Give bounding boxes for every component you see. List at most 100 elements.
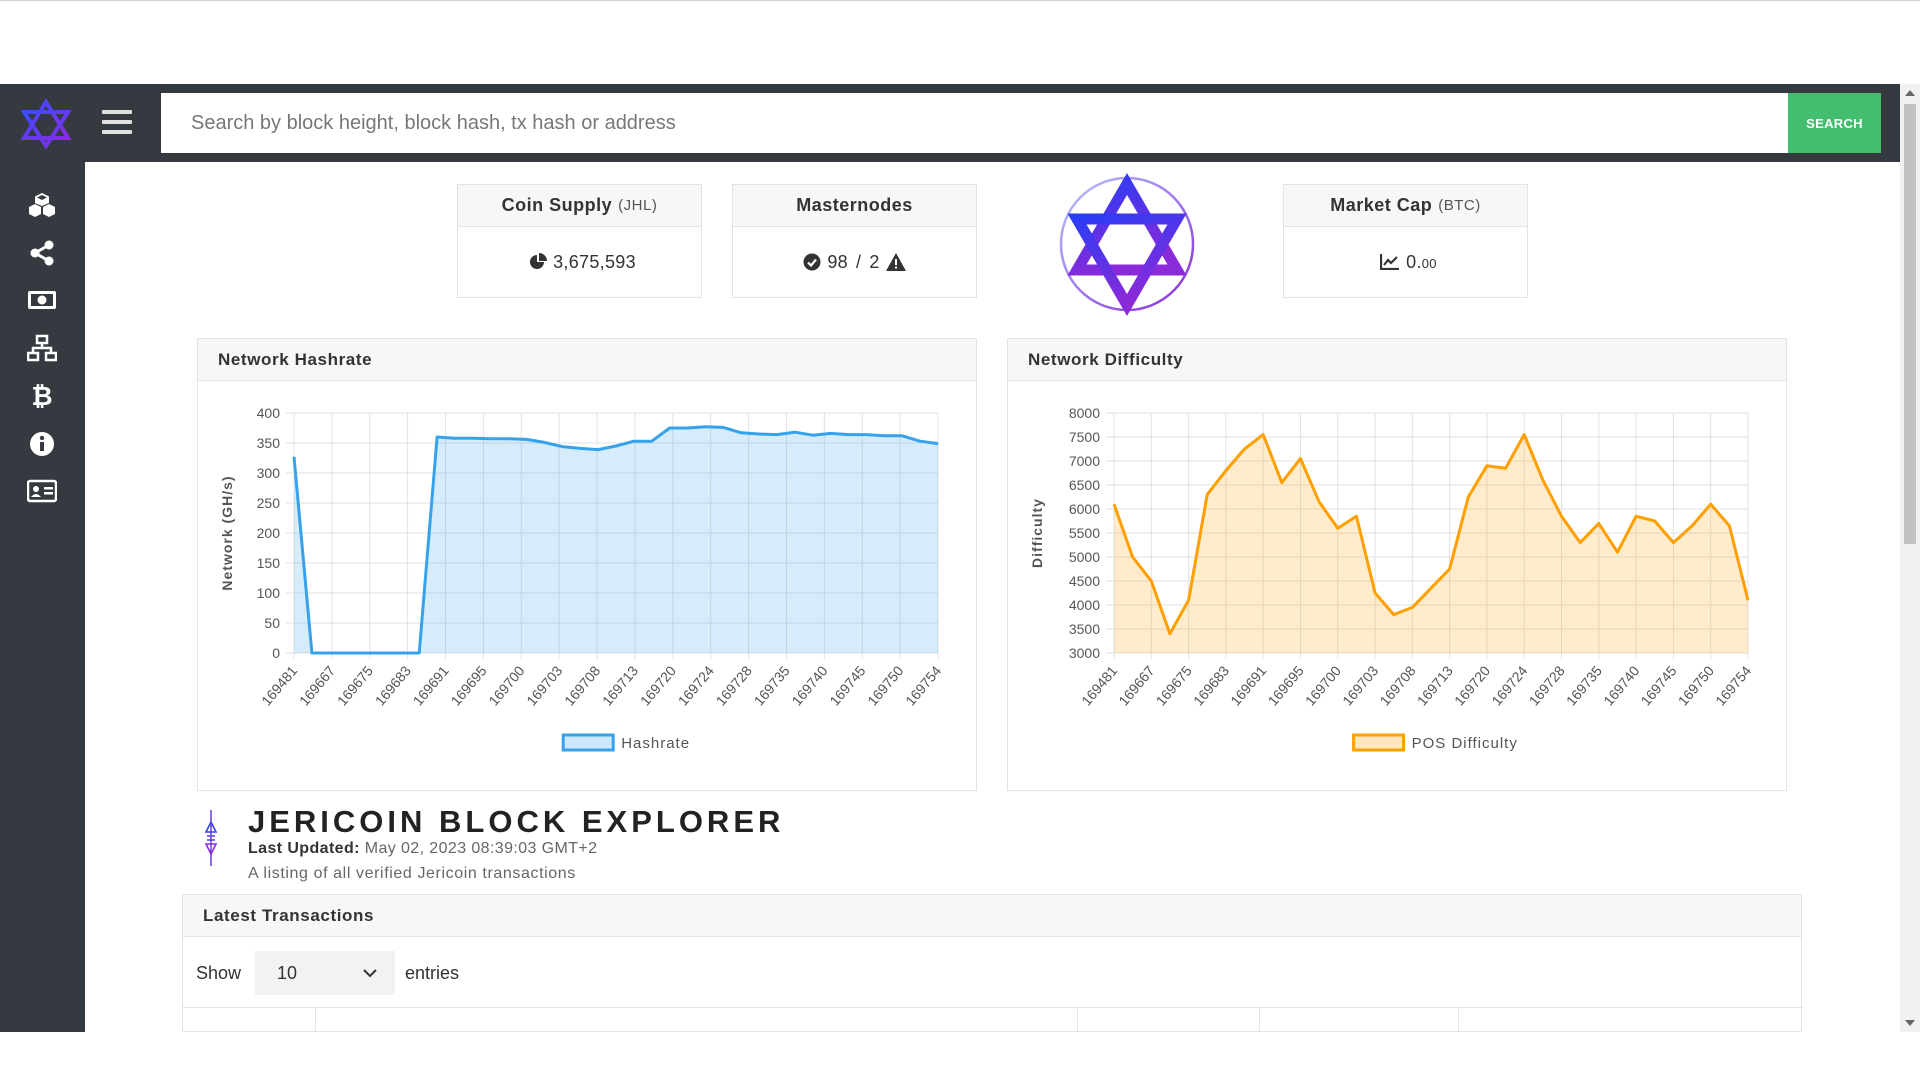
scroll-down-arrow[interactable] [1905, 1020, 1915, 1026]
y-tick-label: 100 [257, 585, 281, 601]
hashrate-chart: 0501001502002503003504001694811696671696… [219, 405, 944, 752]
y-tick-label: 400 [257, 405, 281, 421]
y-tick-label: 7500 [1069, 429, 1100, 445]
money-bill-icon[interactable] [26, 285, 58, 315]
star-of-david-logo[interactable] [18, 98, 74, 150]
network-icon[interactable] [26, 333, 58, 363]
coin-supply-value: 3,675,593 [553, 251, 636, 272]
last-updated-value: May 02, 2023 08:39:03 GMT+2 [364, 840, 598, 857]
y-axis-label: Difficulty [1029, 498, 1045, 568]
browser-top-area [0, 0, 1920, 84]
difficulty-chart-card: Network Difficulty 3000 3500 4000 4500 5000 5… [1007, 338, 1787, 791]
legend-label: POS Difficulty [1412, 735, 1518, 752]
market-cap-unit: (BTC) [1438, 197, 1481, 214]
masternodes-label: Masternodes [796, 195, 913, 215]
id-card-icon[interactable] [26, 476, 58, 506]
x-tick-label: 169683 [372, 662, 414, 708]
y-tick-label: 350 [257, 435, 281, 451]
info-icon[interactable] [26, 429, 58, 459]
market-cap-value: 0. [1406, 251, 1422, 272]
bitcoin-icon[interactable]: ₿ [26, 381, 58, 412]
browser-bottom-area [0, 1032, 1920, 1080]
masternodes-online-count: 98 [827, 251, 848, 272]
chevron-down-icon [363, 968, 377, 977]
scroll-up-arrow[interactable] [1905, 90, 1915, 96]
y-tick-label: 50 [264, 615, 280, 631]
market-cap-card: Market Cap (BTC) 0. 00 [1283, 184, 1528, 298]
top-navbar: SEARCH [0, 84, 1900, 162]
table-column-divider [1458, 1008, 1459, 1034]
coin-supply-body: 3,675,593 [458, 227, 701, 297]
menu-toggle-button[interactable] [102, 110, 132, 134]
x-tick-label: 169750 [864, 662, 906, 708]
y-tick-label: 3500 [1069, 621, 1100, 637]
masternodes-body: 98 / 2 [733, 227, 976, 297]
search-button[interactable]: SEARCH [1788, 93, 1881, 153]
table-column-divider [1259, 1008, 1260, 1034]
entries-select[interactable]: 10 [255, 951, 396, 995]
x-tick-label: 169713 [599, 662, 641, 708]
masternodes-separator: / [856, 251, 862, 272]
line-chart-icon [1380, 254, 1400, 270]
x-tick-label: 169481 [1078, 662, 1120, 708]
jericoin-logo [1059, 173, 1195, 316]
y-tick-label: 5000 [1069, 549, 1100, 565]
x-tick-label: 169724 [675, 662, 717, 708]
x-tick-label: 169735 [750, 662, 792, 708]
y-tick-label: 7000 [1069, 453, 1100, 469]
entries-label: entries [405, 962, 460, 983]
x-tick-label: 169683 [1190, 662, 1232, 708]
x-tick-label: 169691 [410, 662, 452, 708]
latest-transactions-card: Latest Transactions Show 10 entries [182, 894, 1803, 1034]
hashrate-chart-card: Network Hashrate 0 50 100 150 200 250 300 350 40… [197, 338, 977, 791]
x-tick-label: 169724 [1488, 662, 1530, 708]
x-tick-label: 169695 [447, 662, 489, 708]
transactions-table-header [183, 1007, 1803, 1034]
masternodes-offline-count: 2 [869, 251, 880, 272]
sidebar: ₿ [0, 162, 85, 1032]
vertical-scrollbar[interactable] [1900, 84, 1920, 1032]
x-tick-label: 169708 [561, 662, 603, 708]
explorer-subtitle: A listing of all verified Jericoin trans… [248, 865, 576, 882]
x-tick-label: 169720 [1451, 662, 1493, 708]
x-tick-label: 169754 [902, 662, 944, 708]
scrollbar-thumb[interactable] [1904, 104, 1916, 544]
x-tick-label: 169695 [1264, 662, 1306, 708]
y-tick-label: 8000 [1069, 405, 1100, 421]
x-tick-label: 169675 [334, 662, 376, 708]
cubes-icon[interactable] [26, 190, 58, 220]
x-tick-label: 169735 [1563, 662, 1605, 708]
x-tick-label: 169700 [1302, 662, 1344, 708]
entries-control: Show 10 entries [196, 951, 459, 995]
coin-supply-card: Coin Supply (JHL) 3,675,593 [457, 184, 702, 298]
y-tick-label: 3000 [1069, 645, 1100, 661]
legend-swatch [561, 733, 615, 752]
x-tick-label: 169667 [1115, 662, 1157, 708]
series-area [1114, 434, 1748, 653]
last-updated: Last Updated: May 02, 2023 08:39:03 GMT+… [248, 840, 597, 858]
check-circle-icon [803, 253, 821, 271]
hashrate-chart-title: Network Hashrate [198, 339, 976, 381]
x-tick-label: 169703 [1339, 662, 1381, 708]
market-cap-label: Market Cap [1330, 195, 1433, 215]
market-cap-value-small: 00 [1421, 256, 1437, 271]
y-tick-label: 150 [257, 555, 281, 571]
market-cap-body: 0. 00 [1284, 227, 1527, 297]
x-tick-label: 169720 [637, 662, 679, 708]
legend-swatch [1352, 733, 1406, 752]
coin-supply-header: Coin Supply (JHL) [458, 185, 701, 227]
x-tick-label: 169708 [1376, 662, 1418, 708]
share-icon[interactable] [26, 238, 58, 268]
x-tick-label: 169667 [296, 662, 338, 708]
coin-supply-label: Coin Supply [501, 195, 613, 215]
explorer-logo-icon [204, 810, 218, 866]
search-input[interactable] [161, 93, 1789, 153]
x-tick-label: 169481 [258, 662, 300, 708]
x-tick-label: 169754 [1712, 662, 1754, 708]
x-tick-label: 169740 [788, 662, 830, 708]
last-updated-label: Last Updated: [248, 840, 360, 857]
y-tick-label: 300 [257, 465, 281, 481]
entries-select-value: 10 [277, 962, 298, 983]
x-tick-label: 169740 [1600, 662, 1642, 708]
masternodes-card: Masternodes 98 / 2 [732, 184, 977, 298]
